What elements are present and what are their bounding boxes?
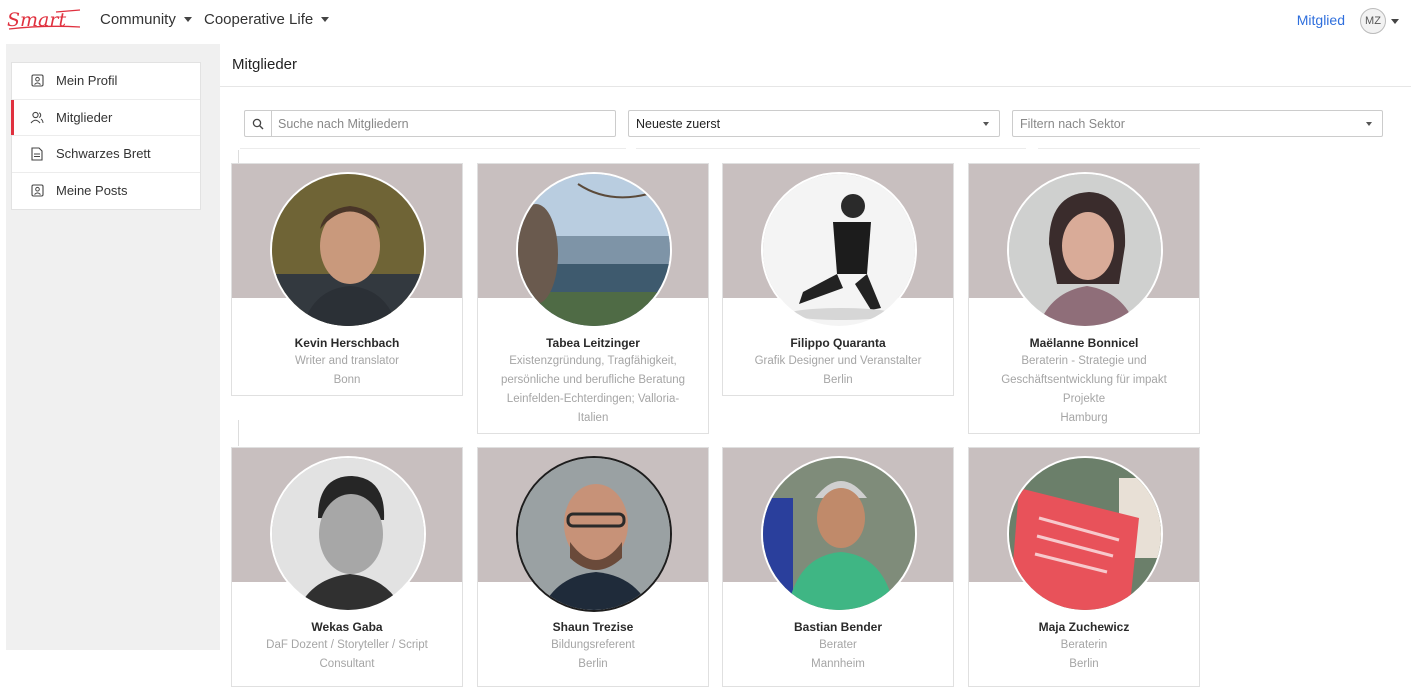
member-detail: Grafik Designer und Veranstalter xyxy=(754,355,922,367)
sidebar-item-schwarzes-brett[interactable]: Schwarzes Brett xyxy=(12,136,200,173)
member-name: Filippo Quaranta xyxy=(790,336,886,350)
card-body: Kevin Herschbach Writer and translator B… xyxy=(232,334,462,390)
member-photo xyxy=(270,172,426,328)
member-photo xyxy=(1007,456,1163,612)
card-body: Filippo Quaranta Grafik Designer und Ver… xyxy=(723,334,953,390)
search-icon[interactable] xyxy=(245,111,272,136)
member-detail: DaF Dozent / Storyteller / Script xyxy=(266,639,428,651)
member-card-shaun-trezise[interactable]: Shaun Trezise Bildungsreferent Berlin xyxy=(477,447,709,687)
member-detail: Berlin xyxy=(1069,658,1099,670)
divider xyxy=(636,148,1026,149)
chevron-down-icon xyxy=(321,17,330,22)
profile-icon xyxy=(30,74,44,88)
sidebar: Mein Profil Mitglieder Schwarzes Brett M… xyxy=(6,44,220,650)
nav-community[interactable]: Community xyxy=(100,11,192,28)
member-photo xyxy=(270,456,426,612)
member-detail: Hamburg xyxy=(1060,412,1108,424)
user-avatar[interactable]: MZ xyxy=(1360,8,1386,34)
sidebar-item-label: Mitglieder xyxy=(56,109,113,125)
card-body: Maja Zuchewicz Beraterin Berlin xyxy=(969,618,1199,674)
search-input[interactable] xyxy=(272,111,615,136)
member-detail: Consultant xyxy=(319,658,375,670)
member-detail: Bonn xyxy=(333,374,361,386)
chevron-down-icon xyxy=(183,17,192,22)
divider xyxy=(238,420,239,446)
sidebar-item-label: Meine Posts xyxy=(56,183,128,199)
member-photo xyxy=(1007,172,1163,328)
nav-cooperative-life[interactable]: Cooperative Life xyxy=(204,11,330,28)
member-name: Shaun Trezise xyxy=(552,620,634,634)
member-detail: Beraterin xyxy=(1060,639,1108,651)
member-card-filippo-quaranta[interactable]: Filippo Quaranta Grafik Designer und Ver… xyxy=(722,163,954,396)
card-body: Tabea Leitzinger Existenzgründung, Tragf… xyxy=(478,334,708,428)
top-navigation: Smart Community Cooperative Life Mitglie… xyxy=(0,0,1411,42)
member-detail: Bildungsreferent xyxy=(551,639,635,651)
member-card-maja-zuchewicz[interactable]: Maja Zuchewicz Beraterin Berlin xyxy=(968,447,1200,687)
member-detail: Leinfelden-Echterdingen; Valloria- xyxy=(506,393,680,405)
member-photo xyxy=(516,456,672,612)
sector-filter-placeholder: Filtern nach Sektor xyxy=(1020,116,1125,131)
card-body: Maëlanne Bonnicel Beraterin - Strategie … xyxy=(969,334,1199,428)
divider xyxy=(240,148,626,149)
sidebar-item-mein-profil[interactable]: Mein Profil xyxy=(12,63,200,100)
member-detail: Writer and translator xyxy=(295,355,399,367)
smart-logo[interactable]: Smart xyxy=(6,8,82,32)
member-detail: Italien xyxy=(577,412,609,424)
sort-select-value: Neueste zuerst xyxy=(636,116,721,131)
member-detail: Projekte xyxy=(1062,393,1106,405)
member-name: Maëlanne Bonnicel xyxy=(1029,336,1139,350)
document-icon xyxy=(30,147,44,161)
posts-icon xyxy=(30,184,44,198)
chevron-down-icon xyxy=(1366,122,1372,126)
member-name: Bastian Bender xyxy=(793,620,883,634)
page-title: Mitglieder xyxy=(232,56,298,73)
member-name: Kevin Herschbach xyxy=(294,336,400,350)
chevron-down-icon xyxy=(983,122,989,126)
member-card-tabea-leitzinger[interactable]: Tabea Leitzinger Existenzgründung, Tragf… xyxy=(477,163,709,434)
nav-community-label: Community xyxy=(100,11,176,28)
member-detail: Beraterin - Strategie und xyxy=(1021,355,1147,367)
member-detail: persönliche und berufliche Beratung xyxy=(500,374,686,386)
member-detail: Berlin xyxy=(823,374,853,386)
user-menu-chevron-icon[interactable] xyxy=(1391,19,1399,24)
member-card-wekas-gaba[interactable]: Wekas Gaba DaF Dozent / Storyteller / Sc… xyxy=(231,447,463,687)
member-photo xyxy=(761,172,917,328)
members-icon xyxy=(30,110,44,124)
sidebar-item-meine-posts[interactable]: Meine Posts xyxy=(12,173,200,210)
member-detail: Mannheim xyxy=(811,658,865,670)
sidebar-item-mitglieder[interactable]: Mitglieder xyxy=(11,99,200,136)
member-detail: Berater xyxy=(819,639,857,651)
sidebar-item-label: Mein Profil xyxy=(56,73,118,89)
card-body: Wekas Gaba DaF Dozent / Storyteller / Sc… xyxy=(232,618,462,674)
divider xyxy=(1038,148,1200,149)
member-name: Maja Zuchewicz xyxy=(1038,620,1130,634)
member-detail: Existenzgründung, Tragfähigkeit, xyxy=(509,355,677,367)
sidebar-menu: Mein Profil Mitglieder Schwarzes Brett M… xyxy=(11,62,201,210)
member-card-maelanne-bonnicel[interactable]: Maëlanne Bonnicel Beraterin - Strategie … xyxy=(968,163,1200,434)
member-search xyxy=(244,110,616,137)
member-name: Tabea Leitzinger xyxy=(546,336,640,350)
role-link[interactable]: Mitglied xyxy=(1297,12,1345,28)
member-photo xyxy=(516,172,672,328)
sidebar-item-label: Schwarzes Brett xyxy=(56,146,151,162)
member-card-bastian-bender[interactable]: Bastian Bender Berater Mannheim xyxy=(722,447,954,687)
member-card-kevin-herschbach[interactable]: Kevin Herschbach Writer and translator B… xyxy=(231,163,463,396)
sector-filter-select[interactable]: Filtern nach Sektor xyxy=(1012,110,1383,137)
divider xyxy=(220,86,1411,87)
member-photo xyxy=(761,456,917,612)
nav-cooperative-label: Cooperative Life xyxy=(204,11,314,28)
sort-select[interactable]: Neueste zuerst xyxy=(628,110,1000,137)
member-detail: Geschäftsentwicklung für impakt xyxy=(1001,374,1167,386)
member-name: Wekas Gaba xyxy=(311,620,383,634)
member-detail: Berlin xyxy=(578,658,608,670)
card-body: Shaun Trezise Bildungsreferent Berlin xyxy=(478,618,708,674)
card-body: Bastian Bender Berater Mannheim xyxy=(723,618,953,674)
